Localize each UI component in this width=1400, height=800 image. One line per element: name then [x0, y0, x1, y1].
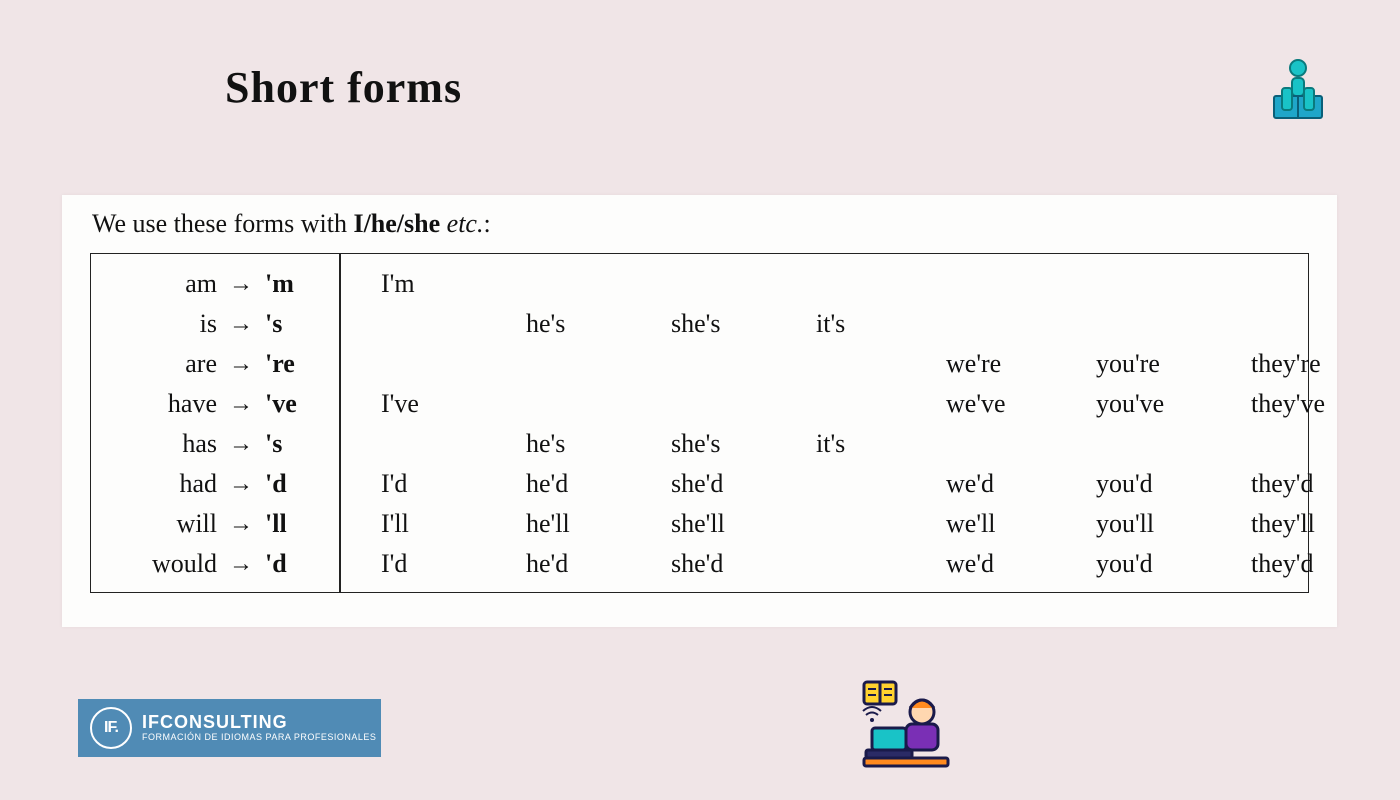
table-row: had→'dI'dhe'dshe'dwe'dyou'dthey'd	[91, 464, 1308, 504]
cell-short: 's	[261, 304, 341, 344]
cell-short: 'll	[261, 504, 341, 544]
cell-you: you'd	[1096, 464, 1251, 504]
cell-they: they'd	[1251, 464, 1391, 504]
online-learning-icon	[860, 680, 952, 770]
logo-badge: IF.	[90, 707, 132, 749]
cell-we: we'll	[946, 504, 1096, 544]
cell-we: we'd	[946, 544, 1096, 584]
cell-I: I'm	[381, 264, 526, 304]
cell-full: would	[91, 544, 221, 584]
cell-she: she'd	[671, 544, 816, 584]
cell-it: it's	[816, 304, 946, 344]
cell-full: have	[91, 384, 221, 424]
short-forms-table: am→'mI'mis→'she'sshe'sit'sare→'rewe'reyo…	[90, 253, 1309, 593]
cell-they: they've	[1251, 384, 1391, 424]
cell-he: he'd	[526, 544, 671, 584]
cell-they: they'd	[1251, 544, 1391, 584]
table-row: will→'llI'llhe'llshe'llwe'llyou'llthey'l…	[91, 504, 1308, 544]
cell-full: are	[91, 344, 221, 384]
arrow-icon: →	[221, 264, 261, 304]
table-row: has→'s he'sshe'sit's	[91, 424, 1308, 464]
table-row: would→'dI'dhe'dshe'dwe'dyou'dthey'd	[91, 544, 1308, 584]
cell-he: he's	[526, 304, 671, 344]
cell-full: is	[91, 304, 221, 344]
cell-short: 'd	[261, 544, 341, 584]
arrow-icon: →	[221, 344, 261, 384]
arrow-icon: →	[221, 384, 261, 424]
table-row: is→'s he'sshe'sit's	[91, 304, 1308, 344]
cell-short: 's	[261, 424, 341, 464]
cell-full: had	[91, 464, 221, 504]
cell-they: they'll	[1251, 504, 1391, 544]
logo-text: IFCONSULTING FORMACIÓN DE IDIOMAS PARA P…	[142, 713, 376, 743]
cell-you: you're	[1096, 344, 1251, 384]
table-divider	[339, 254, 341, 592]
cell-he: he'll	[526, 504, 671, 544]
cell-she: she's	[671, 304, 816, 344]
cell-you: you'll	[1096, 504, 1251, 544]
intro-text: We use these forms with I/he/she etc.:	[92, 209, 1309, 239]
ifconsulting-logo: IF. IFCONSULTING FORMACIÓN DE IDIOMAS PA…	[78, 699, 381, 757]
reader-icon	[1268, 58, 1328, 130]
cell-full: am	[91, 264, 221, 304]
cell-I: I'd	[381, 464, 526, 504]
cell-I: I've	[381, 384, 526, 424]
cell-I: I'll	[381, 504, 526, 544]
content-panel: We use these forms with I/he/she etc.: a…	[62, 195, 1337, 627]
cell-she: she'd	[671, 464, 816, 504]
cell-short: 'm	[261, 264, 341, 304]
cell-full: has	[91, 424, 221, 464]
cell-he: he's	[526, 424, 671, 464]
arrow-icon: →	[221, 464, 261, 504]
table-row: are→'rewe'reyou'rethey're	[91, 344, 1308, 384]
cell-he: he'd	[526, 464, 671, 504]
cell-she: she'll	[671, 504, 816, 544]
cell-you: you'd	[1096, 544, 1251, 584]
table-row: have→'veI'vewe'veyou'vethey've	[91, 384, 1308, 424]
table-row: am→'m I'm	[91, 264, 1308, 304]
intro-suffix: :	[483, 209, 490, 238]
cell-they: they're	[1251, 344, 1391, 384]
logo-line1: IFCONSULTING	[142, 713, 376, 731]
cell-short: 've	[261, 384, 341, 424]
cell-she: she's	[671, 424, 816, 464]
cell-it: it's	[816, 424, 946, 464]
intro-bold: I/he/she	[353, 209, 440, 238]
arrow-icon: →	[221, 504, 261, 544]
cell-we: we're	[946, 344, 1096, 384]
cell-short: 'd	[261, 464, 341, 504]
cell-short: 're	[261, 344, 341, 384]
cell-we: we'd	[946, 464, 1096, 504]
cell-I: I'd	[381, 544, 526, 584]
cell-we: we've	[946, 384, 1096, 424]
arrow-icon: →	[221, 304, 261, 344]
intro-prefix: We use these forms with	[92, 209, 353, 238]
cell-full: will	[91, 504, 221, 544]
cell-you: you've	[1096, 384, 1251, 424]
arrow-icon: →	[221, 544, 261, 584]
page-title: Short forms	[225, 62, 462, 113]
intro-italic: etc.	[440, 209, 483, 238]
arrow-icon: →	[221, 424, 261, 464]
logo-line2: FORMACIÓN DE IDIOMAS PARA PROFESIONALES	[142, 731, 376, 743]
